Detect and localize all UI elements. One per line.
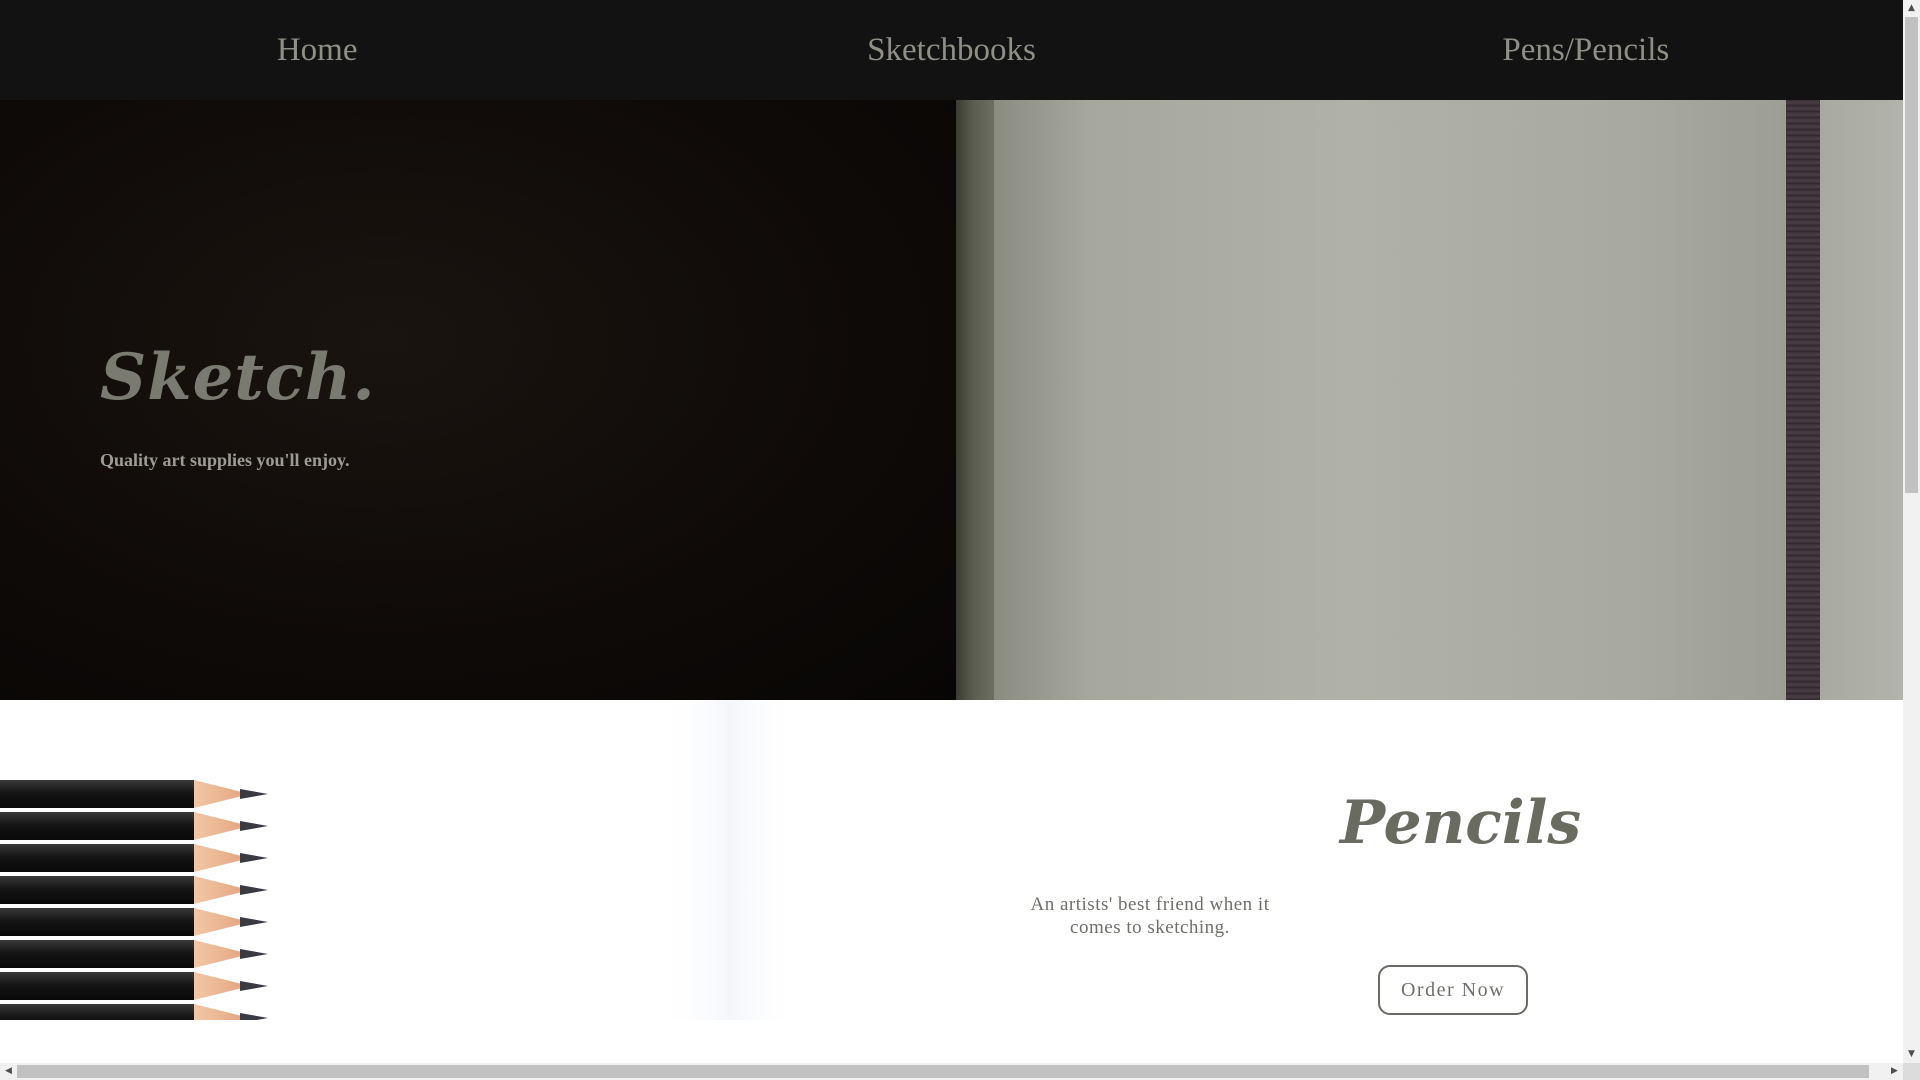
product-section-pencils: Pencils An artists' best friend when it … [0,700,1903,1063]
order-now-button[interactable]: Order Now [1378,965,1528,1015]
vertical-scroll-thumb[interactable] [1905,17,1918,493]
pencil-group [0,780,268,1020]
vertical-scrollbar[interactable]: ▲ ▼ [1903,0,1920,1063]
nav-item-pens-pencils[interactable]: Pens/Pencils [1269,0,1903,100]
sketchbook-page [994,100,1790,700]
pencils-photo [0,700,800,1020]
arrow-up-icon[interactable]: ▲ [1903,0,1920,17]
product-title: Pencils [1340,788,1582,858]
top-navigation: Home Sketchbooks Pens/Pencils [0,0,1903,100]
nav-item-home[interactable]: Home [0,0,634,100]
sketchbook-page-edge [1820,100,1903,700]
horizontal-scrollbar[interactable]: ◀ ▶ [0,1063,1903,1080]
scrollbar-corner [1903,1063,1920,1080]
sketchbook-ribbon [1786,100,1820,700]
product-description: An artists' best friend when it comes to… [1030,894,1270,938]
arrow-left-icon[interactable]: ◀ [0,1063,17,1080]
hero-banner: Sketch. Quality art supplies you'll enjo… [0,100,1903,700]
nav-item-sketchbooks[interactable]: Sketchbooks [634,0,1268,100]
hero-title: Sketch. [100,340,376,415]
arrow-right-icon[interactable]: ▶ [1886,1063,1903,1080]
sketchbook-spine [956,100,996,700]
page-viewport: Home Sketchbooks Pens/Pencils Sketch. Qu… [0,0,1903,1063]
arrow-down-icon[interactable]: ▼ [1903,1046,1920,1063]
hero-subtitle: Quality art supplies you'll enjoy. [100,450,350,470]
horizontal-scroll-thumb[interactable] [17,1065,1869,1078]
